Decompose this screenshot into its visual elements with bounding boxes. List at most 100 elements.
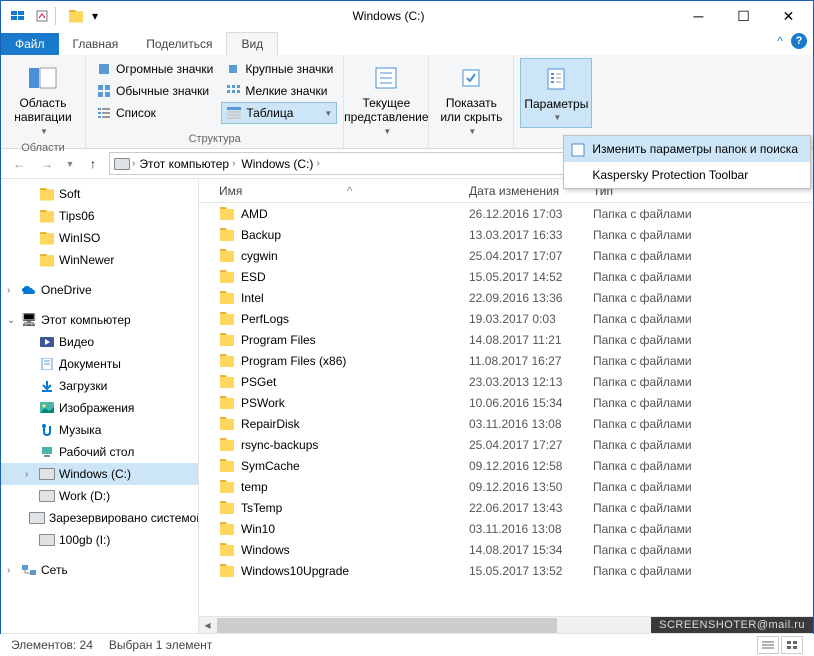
layout-small[interactable]: Мелкие значки — [221, 80, 337, 102]
tree-item[interactable]: Музыка — [1, 419, 198, 441]
table-row[interactable]: ESD15.05.2017 14:52Папка с файлами — [199, 266, 813, 287]
nav-up-button[interactable]: ↑ — [81, 152, 105, 176]
table-row[interactable]: temp09.12.2016 13:50Папка с файлами — [199, 476, 813, 497]
qat-properties-icon[interactable] — [31, 5, 53, 27]
table-row[interactable]: Windows14.08.2017 15:34Папка с файлами — [199, 539, 813, 560]
tree-item[interactable]: › Windows (C:) — [1, 463, 198, 485]
layout-normal[interactable]: Обычные значки — [92, 80, 217, 102]
table-row[interactable]: Win1003.11.2016 13:08Папка с файлами — [199, 518, 813, 539]
view-details-button[interactable] — [757, 636, 779, 654]
breadcrumb-pc[interactable]: Этот компьютер› — [137, 157, 237, 171]
tree-item[interactable]: Зарезервировано системой (G:) — [1, 507, 198, 529]
item — [39, 378, 55, 394]
tree-item[interactable]: Загрузки — [1, 375, 198, 397]
file-type: Папка с файлами — [585, 459, 725, 473]
tree-label: WinNewer — [59, 253, 114, 267]
expand-icon[interactable]: › — [7, 565, 17, 576]
file-type: Папка с файлами — [585, 228, 725, 242]
tree-label: OneDrive — [41, 283, 92, 297]
file-type: Папка с файлами — [585, 249, 725, 263]
minimize-button[interactable]: ─ — [676, 2, 721, 30]
folder-icon — [219, 521, 235, 537]
layout-list[interactable]: Список — [92, 102, 217, 124]
table-row[interactable]: PerfLogs19.03.2017 0:03Папка с файлами — [199, 308, 813, 329]
table-row[interactable]: PSWork10.06.2016 15:34Папка с файлами — [199, 392, 813, 413]
file-name: Windows — [241, 543, 290, 557]
drive-icon — [39, 488, 55, 504]
item — [21, 282, 37, 298]
tree-item[interactable]: Документы — [1, 353, 198, 375]
tree-item[interactable]: Work (D:) — [1, 485, 198, 507]
table-row[interactable]: Intel22.09.2016 13:36Папка с файлами — [199, 287, 813, 308]
file-date: 10.06.2016 15:34 — [461, 396, 585, 410]
table-row[interactable]: PSGet23.03.2013 12:13Папка с файлами — [199, 371, 813, 392]
tab-share[interactable]: Поделиться — [132, 33, 226, 55]
table-row[interactable]: cygwin25.04.2017 17:07Папка с файлами — [199, 245, 813, 266]
tree-label: Work (D:) — [59, 489, 110, 503]
tree-item[interactable]: ›Сеть — [1, 559, 198, 581]
table-row[interactable]: RepairDisk03.11.2016 13:08Папка с файлам… — [199, 413, 813, 434]
file-name: PSWork — [241, 396, 285, 410]
tree-item[interactable]: › OneDrive — [1, 279, 198, 301]
expand-icon[interactable]: ⌄ — [7, 315, 17, 326]
help-icon[interactable]: ? — [791, 33, 807, 49]
tree-item[interactable]: ⌄Этот компьютер — [1, 309, 198, 331]
close-button[interactable]: ✕ — [766, 2, 811, 30]
qat-dropdown-icon[interactable]: ▾ — [89, 5, 101, 27]
ribbon-collapse-icon[interactable]: ^ — [777, 34, 783, 48]
tree-item[interactable]: Изображения — [1, 397, 198, 419]
folder-icon — [219, 269, 235, 285]
menu-kaspersky-toolbar[interactable]: Kaspersky Protection Toolbar — [564, 162, 810, 188]
table-row[interactable]: Program Files14.08.2017 11:21Папка с фай… — [199, 329, 813, 350]
table-row[interactable]: Backup13.03.2017 16:33Папка с файлами — [199, 224, 813, 245]
nav-back-button[interactable]: ← — [7, 152, 31, 176]
layout-gallery[interactable]: Огромные значки Крупные значки Обычные з… — [92, 58, 337, 124]
current-view-button[interactable]: Текущее представление▼ — [350, 58, 422, 140]
tab-home[interactable]: Главная — [59, 33, 133, 55]
navigation-pane-button[interactable]: Область навигации▼ — [7, 58, 79, 140]
tree-item[interactable]: 100gb (I:) — [1, 529, 198, 551]
table-row[interactable]: TsTemp22.06.2017 13:43Папка с файлами — [199, 497, 813, 518]
tab-view[interactable]: Вид — [226, 32, 278, 55]
navigation-tree[interactable]: SoftTips06WinISO WinNewer › OneDrive ⌄Этот к… — [1, 179, 199, 633]
tab-file[interactable]: Файл — [1, 33, 59, 55]
table-row[interactable]: SymCache09.12.2016 12:58Папка с файлами — [199, 455, 813, 476]
file-date: 22.06.2017 13:43 — [461, 501, 585, 515]
tree-item[interactable]: Tips06 — [1, 205, 198, 227]
expand-icon[interactable]: › — [7, 285, 17, 296]
view-thumbnails-button[interactable] — [781, 636, 803, 654]
table-row[interactable]: Windows10Upgrade15.05.2017 13:52Папка с … — [199, 560, 813, 581]
tree-item[interactable]: WinISO — [1, 227, 198, 249]
status-bar: Элементов: 24 Выбран 1 элемент — [1, 633, 813, 656]
show-hide-button[interactable]: Показать или скрыть▼ — [435, 58, 507, 140]
nav-forward-button[interactable]: → — [35, 152, 59, 176]
scroll-thumb[interactable] — [217, 618, 557, 633]
tree-item[interactable]: Рабочий стол — [1, 441, 198, 463]
options-button[interactable]: Параметры▼ — [520, 58, 592, 128]
table-row[interactable]: rsync-backups25.04.2017 17:27Папка с фай… — [199, 434, 813, 455]
breadcrumb-drive[interactable]: Windows (C:)› — [239, 157, 321, 171]
chevron-right-icon[interactable]: › — [132, 158, 135, 169]
nav-recent-button[interactable]: ▼ — [63, 152, 77, 176]
tree-item[interactable]: Soft — [1, 183, 198, 205]
folder-icon — [39, 252, 55, 268]
maximize-button[interactable]: ☐ — [721, 2, 766, 30]
table-row[interactable]: AMD26.12.2016 17:03Папка с файлами — [199, 203, 813, 224]
file-name: Program Files — [241, 333, 316, 347]
drive-icon — [39, 466, 55, 482]
menu-change-folder-options[interactable]: Изменить параметры папок и поиска — [564, 136, 810, 162]
layout-table[interactable]: Таблица▼ — [221, 102, 337, 124]
expand-icon[interactable]: › — [25, 469, 35, 480]
layout-huge[interactable]: Огромные значки — [92, 58, 217, 80]
tree-item[interactable]: Видео — [1, 331, 198, 353]
column-name[interactable]: Имя^ — [199, 184, 461, 198]
folder-icon[interactable] — [65, 5, 87, 27]
file-type: Папка с файлами — [585, 375, 725, 389]
tree-label: Windows (C:) — [59, 467, 131, 481]
tree-item[interactable]: WinNewer — [1, 249, 198, 271]
file-name: Windows10Upgrade — [241, 564, 349, 578]
file-date: 03.11.2016 13:08 — [461, 417, 585, 431]
table-row[interactable]: Program Files (x86)11.08.2017 16:27Папка… — [199, 350, 813, 371]
scroll-left-icon[interactable]: ◂ — [199, 618, 216, 632]
layout-large[interactable]: Крупные значки — [221, 58, 337, 80]
